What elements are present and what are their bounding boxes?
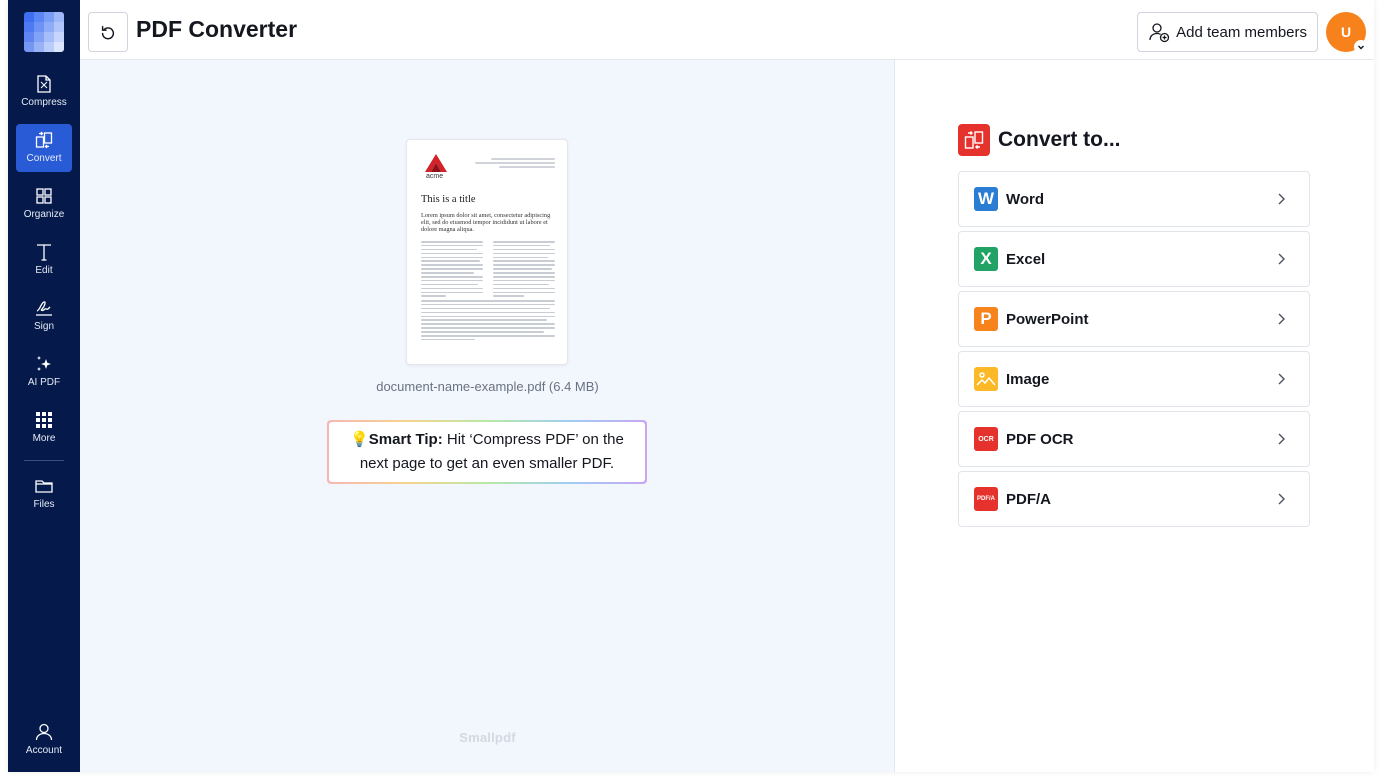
avatar-menu-caret [1354,40,1368,54]
compress-icon [37,75,51,93]
sidebar-item-label: AI PDF [27,377,61,388]
acme-logo-text: acme [426,173,444,180]
convert-option-label: Word [1006,190,1045,208]
preview-header-text [475,158,555,170]
file-name-label: document-name-example.pdf (6.4 MB) [376,379,599,394]
back-button[interactable] [88,12,128,52]
sidebar-item-sign[interactable]: Sign [16,292,72,340]
preview-intro: Lorem ipsum dolor sit amet, consectetur … [421,212,551,233]
word-icon: W [974,187,998,211]
chevron-right-icon [1278,313,1285,325]
sidebar-item-edit[interactable]: Edit [16,236,72,284]
powerpoint-icon: P [974,307,998,331]
convert-icon [35,131,53,149]
convert-option-label: PDF OCR [1006,430,1074,448]
convert-option-label: Image [1006,370,1050,388]
signature-icon [36,301,52,316]
chevron-right-icon [1278,433,1285,445]
chevron-down-icon [1358,45,1364,50]
image-icon [974,367,998,391]
smallpdf-watermark: Smallpdf [459,730,516,745]
edit-text-icon [37,244,51,261]
user-avatar[interactable]: U [1326,12,1368,54]
sidebar-item-label: Account [25,745,63,756]
smart-tip-label: Smart Tip: [368,431,443,448]
convert-option-powerpoint[interactable]: P PowerPoint [958,291,1310,347]
page-title: PDF Converter [136,16,298,42]
app-logo[interactable] [24,12,64,52]
sidebar-item-label: Files [33,499,55,510]
top-header: PDF Converter Add team members U [80,0,1374,60]
sidebar: Compress Convert Organize Edit Sign AI P… [8,0,80,772]
convert-option-label: Excel [1006,250,1046,268]
sidebar-item-files[interactable]: Files [16,470,72,518]
sidebar-divider [24,460,64,461]
convert-option-word[interactable]: W Word [958,171,1310,227]
add-user-icon [1149,23,1170,43]
avatar-initial: U [1340,24,1352,40]
sidebar-item-more[interactable]: More [16,404,72,452]
folder-icon [35,480,53,493]
acme-logo-icon [425,154,447,172]
convert-heading: Convert to... [958,124,1121,156]
sidebar-item-label: Organize [23,209,65,220]
chevron-right-icon [1278,253,1285,265]
sidebar-item-label: Edit [35,265,53,276]
document-thumbnail[interactable]: acme This is a title Lorem ipsum dolor s… [406,139,568,365]
chevron-right-icon [1278,193,1285,205]
preview-column-right [493,241,555,299]
document-preview-panel: acme This is a title Lorem ipsum dolor s… [80,60,895,772]
preview-title: This is a title [421,194,476,205]
convert-option-pdf-a[interactable]: PDF/A PDF/A [958,471,1310,527]
smart-tip-box: 💡Smart Tip: Hit ‘Compress PDF’ on the ne… [327,420,647,484]
sidebar-item-account[interactable]: Account [16,716,72,764]
sidebar-item-label: Sign [33,321,54,332]
convert-option-image[interactable]: Image [958,351,1310,407]
add-team-members-label: Add team members [1176,23,1307,41]
convert-options-panel: Convert to... W Word X Excel P PowerPoin… [895,60,1374,772]
lightbulb-icon: 💡 [350,431,369,448]
sidebar-item-label: Convert [26,153,62,164]
sidebar-item-ai-pdf[interactable]: AI PDF [16,348,72,396]
ocr-icon: OCR [974,427,998,451]
sidebar-item-label: Compress [21,97,67,108]
convert-option-label: PowerPoint [1006,310,1089,328]
chevron-right-icon [1278,493,1285,505]
sidebar-item-label: More [32,433,56,444]
chevron-right-icon [1278,373,1285,385]
organize-icon [36,188,52,204]
sparkle-icon [37,356,51,371]
grid-dots-icon [36,412,52,428]
add-team-members-button[interactable]: Add team members [1137,12,1318,52]
convert-red-icon [958,124,990,156]
pdfa-icon: PDF/A [974,487,998,511]
excel-icon: X [974,247,998,271]
user-icon [35,723,53,741]
convert-option-excel[interactable]: X Excel [958,231,1310,287]
sidebar-item-organize[interactable]: Organize [16,180,72,228]
sidebar-item-convert[interactable]: Convert [16,124,72,172]
preview-paragraph [421,300,555,343]
smart-tip-content: 💡Smart Tip: Hit ‘Compress PDF’ on the ne… [329,422,645,482]
convert-option-pdf-ocr[interactable]: OCR PDF OCR [958,411,1310,467]
preview-column-left [421,241,483,299]
sidebar-item-compress[interactable]: Compress [16,68,72,116]
app-window: Compress Convert Organize Edit Sign AI P… [8,0,1374,772]
convert-heading-text: Convert to... [998,128,1121,151]
convert-option-label: PDF/A [1006,490,1051,508]
undo-arrow-icon [101,26,115,40]
